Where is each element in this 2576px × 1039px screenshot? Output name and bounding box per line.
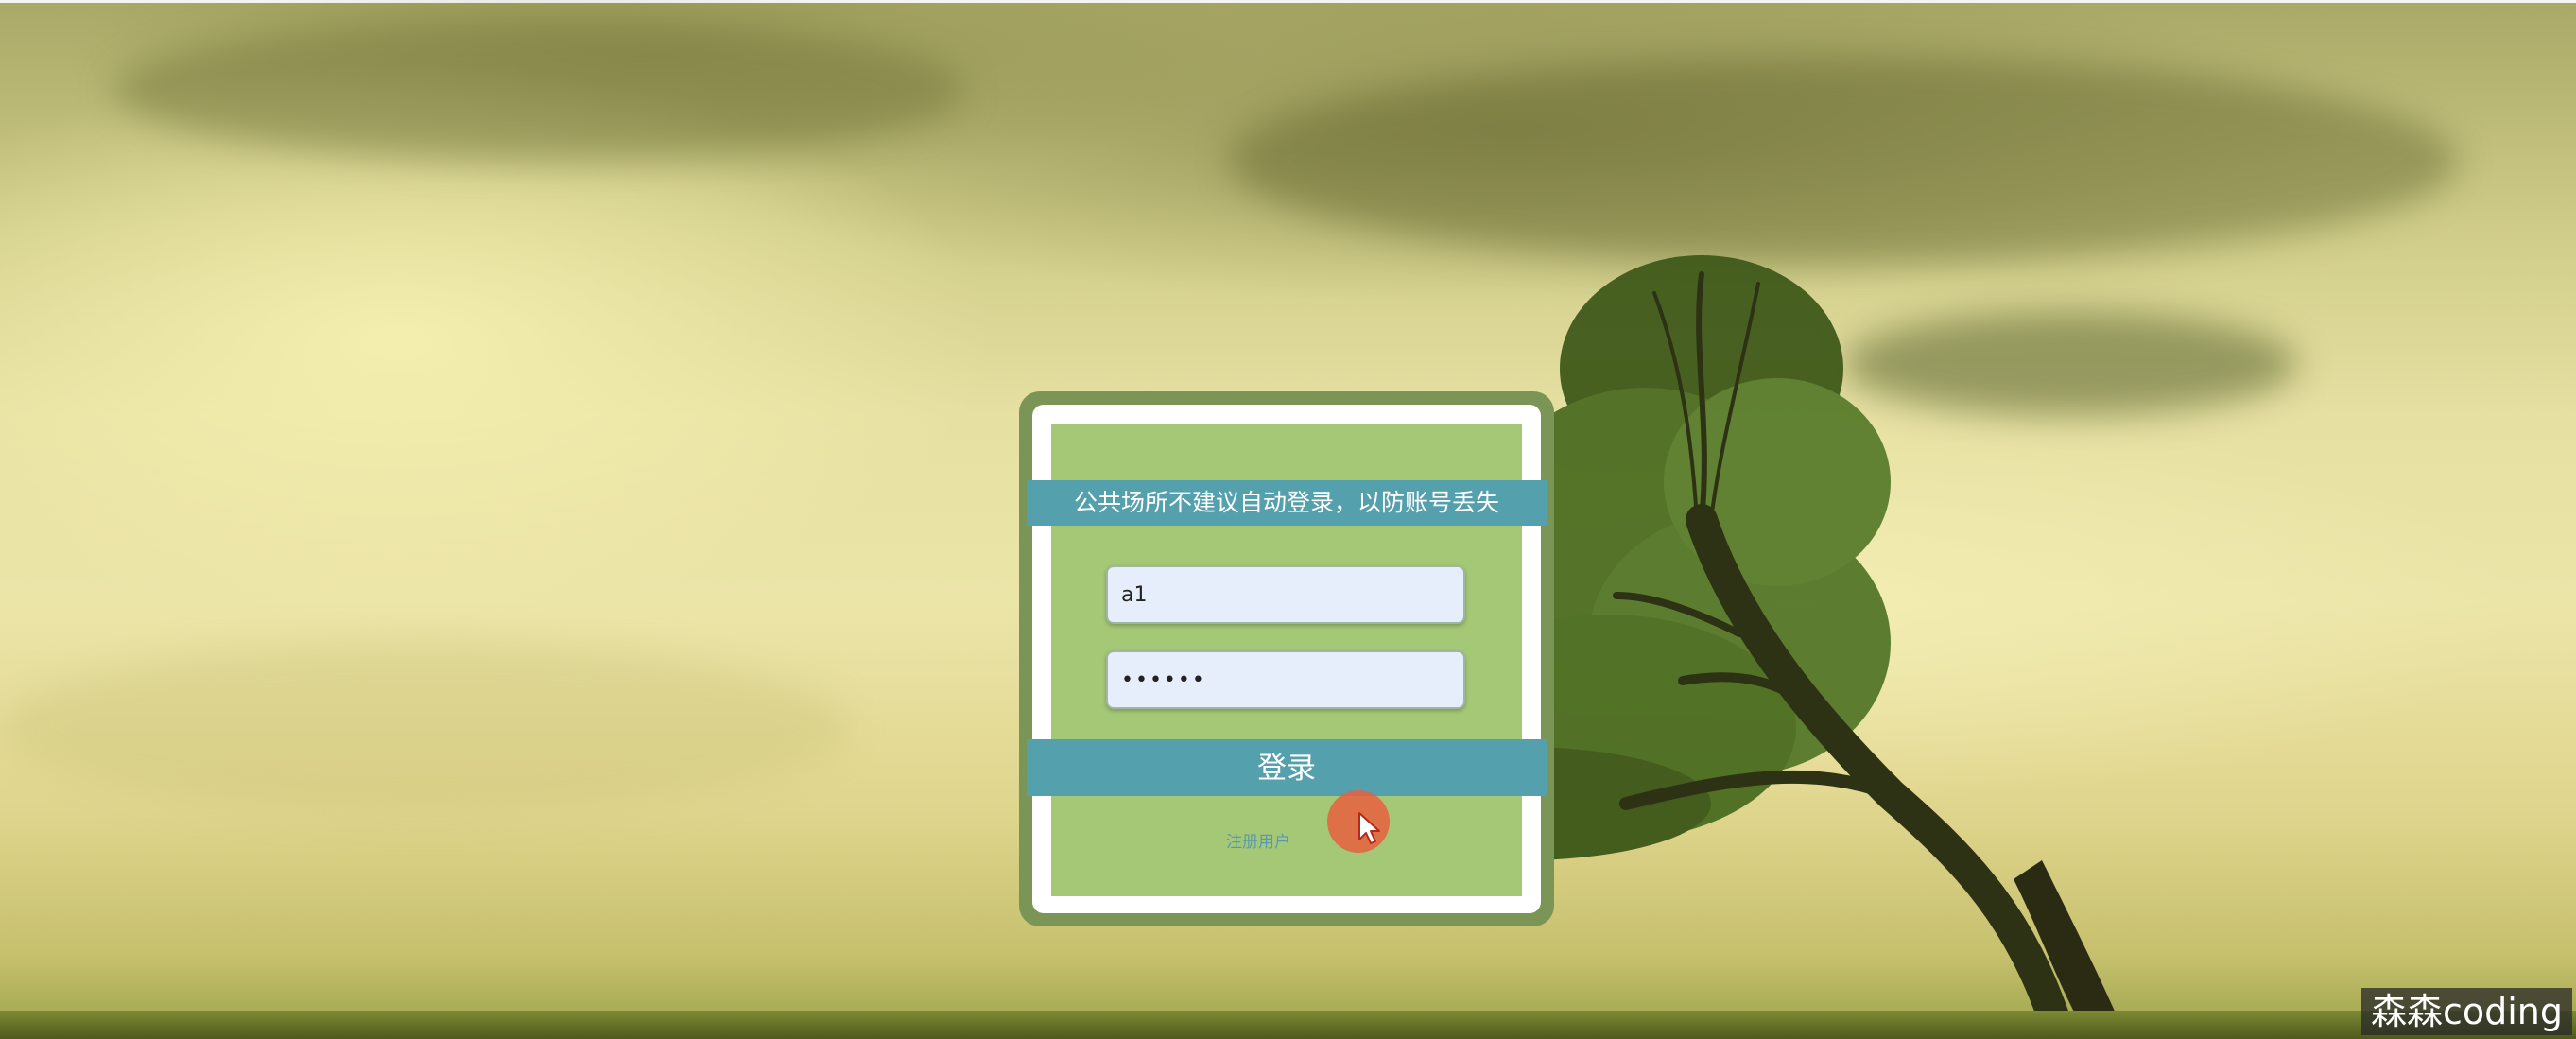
cloud xyxy=(113,19,964,161)
top-edge xyxy=(0,0,2576,3)
username-input[interactable] xyxy=(1106,565,1465,624)
cloud xyxy=(0,643,851,813)
ground xyxy=(0,1011,2576,1039)
desktop-background: 公共场所不建议自动登录，以防账号丢失 登录 注册用户 森森coding xyxy=(0,0,2576,1039)
watermark: 森森coding xyxy=(2360,988,2572,1035)
register-link[interactable]: 注册用户 xyxy=(1019,828,1554,852)
login-card: 公共场所不建议自动登录，以防账号丢失 登录 注册用户 xyxy=(1019,391,1554,926)
password-input[interactable] xyxy=(1106,650,1465,709)
auto-login-notice: 公共场所不建议自动登录，以防账号丢失 xyxy=(1027,480,1547,526)
mouse-pointer-icon xyxy=(1358,812,1380,844)
login-button[interactable]: 登录 xyxy=(1027,739,1547,796)
register-link-label: 注册用户 xyxy=(1226,833,1290,852)
cloud xyxy=(1229,57,2458,265)
